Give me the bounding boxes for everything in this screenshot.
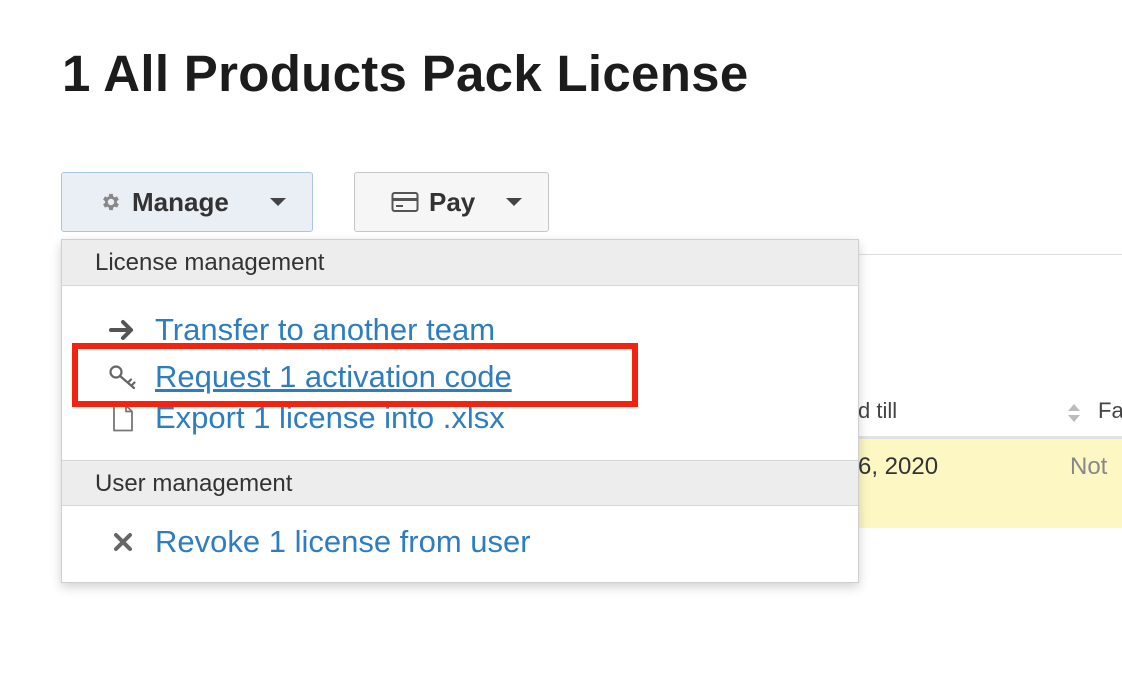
manage-button[interactable]: Manage	[61, 172, 313, 232]
table-cell: 6, 2020	[858, 453, 939, 480]
menu-item-transfer[interactable]: Transfer to another team	[108, 312, 495, 348]
chevron-down-icon	[506, 198, 522, 206]
sort-icon[interactable]	[1067, 403, 1081, 428]
page-title: 1 All Products Pack License	[62, 45, 749, 102]
credit-card-icon	[391, 191, 419, 213]
menu-item-label: Transfer to another team	[155, 312, 496, 347]
close-icon	[108, 531, 138, 553]
menu-item-request-activation-code[interactable]: Request 1 activation code	[108, 359, 512, 395]
gear-icon	[100, 191, 122, 213]
divider	[858, 254, 1122, 255]
menu-item-revoke-license[interactable]: Revoke 1 license from user	[108, 524, 531, 560]
manage-button-label: Manage	[132, 186, 229, 217]
table-header-cell[interactable]: Fa	[1098, 398, 1122, 424]
section-header-license-management: License management	[62, 240, 858, 286]
chevron-down-icon	[270, 198, 286, 206]
file-icon	[108, 404, 138, 432]
pay-button-label: Pay	[429, 186, 476, 217]
key-icon	[108, 364, 138, 390]
menu-item-label: Revoke 1 license from user	[155, 524, 531, 559]
table-cell: Not	[1070, 453, 1108, 480]
table-header-cell[interactable]: d till	[858, 398, 897, 424]
manage-dropdown-menu: License management Transfer to another t…	[61, 239, 859, 583]
arrow-right-icon	[108, 319, 138, 341]
section-header-user-management: User management	[62, 460, 858, 506]
menu-item-label: Export 1 license into .xlsx	[155, 400, 505, 435]
pay-button[interactable]: Pay	[354, 172, 549, 232]
menu-item-label: Request 1 activation code	[155, 359, 512, 394]
menu-item-export-xlsx[interactable]: Export 1 license into .xlsx	[108, 400, 505, 436]
